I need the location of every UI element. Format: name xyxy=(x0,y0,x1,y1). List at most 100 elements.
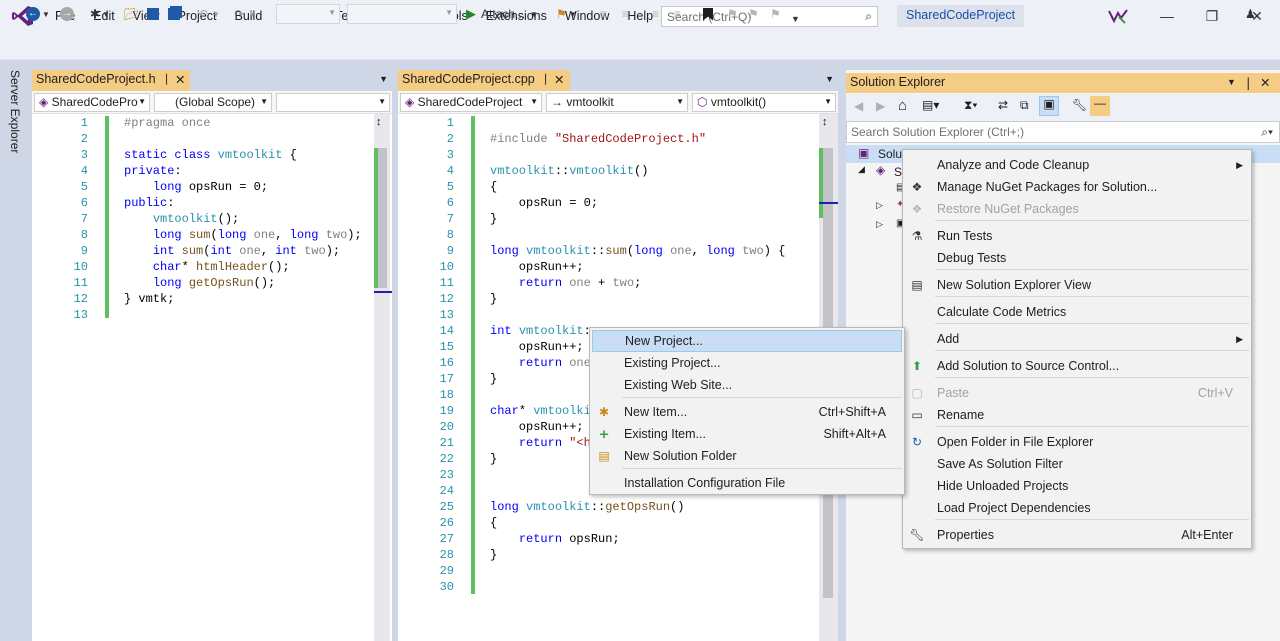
change-indicator xyxy=(105,116,109,318)
vertical-scrollbar[interactable]: ↕ xyxy=(374,114,390,641)
member-dropdown[interactable]: ⬡ vmtoolkit() ▼ xyxy=(692,93,836,112)
open-folder-icon: 📂︎ xyxy=(124,7,140,21)
menu-item-open-folder-in-file-explorer[interactable]: ↻ Open Folder in File Explorer xyxy=(903,431,1251,453)
solution-search-input[interactable]: Search Solution Explorer (Ctrl+;) ⌕▾ xyxy=(846,121,1280,143)
increase-indent-button[interactable]: ≡ xyxy=(674,5,681,23)
attach-debugger-button[interactable]: ▶ Attach... ▼ xyxy=(466,5,538,23)
server-explorer-tab[interactable]: Server Explorer xyxy=(8,70,22,153)
restore-button[interactable]: ❐ xyxy=(1192,0,1232,32)
scroll-thumb[interactable] xyxy=(377,148,387,288)
source-control-icon: ⬆ xyxy=(911,359,923,373)
back-icon[interactable]: ◀ xyxy=(854,99,863,113)
tab-shared-code-project-h[interactable]: SharedCodeProject.h ❘ ✕ xyxy=(32,70,190,91)
outdent-icon: ≡ xyxy=(652,7,660,21)
menu-item-new-solution-explorer-view[interactable]: ▤ New Solution Explorer View xyxy=(903,274,1251,296)
home-icon[interactable]: ⌂ xyxy=(898,97,907,114)
minimize-button[interactable]: — xyxy=(1147,0,1187,32)
project-dropdown[interactable]: ◈ SharedCodePro ▼ xyxy=(34,93,150,112)
open-file-button[interactable]: 📂︎ xyxy=(124,5,139,23)
menu-item-existing-item[interactable]: ➕︎ Existing Item... Shift+Alt+A xyxy=(590,423,904,445)
close-icon[interactable]: ✕ xyxy=(175,72,185,87)
menu-item-existing-web-site[interactable]: Existing Web Site... xyxy=(590,374,904,396)
menu-item-add[interactable]: Add ▶ xyxy=(903,328,1251,350)
paste-icon: ▢ xyxy=(911,386,923,400)
menu-item-debug-tests[interactable]: Debug Tests xyxy=(903,247,1251,269)
solution-configuration-dropdown[interactable]: ▼ xyxy=(276,4,340,24)
collapse-all-icon[interactable]: ⧉ xyxy=(1020,98,1029,113)
switch-views-icon[interactable]: ▤▾ xyxy=(922,98,939,112)
line-number: 1 xyxy=(80,116,88,130)
clear-bookmarks-button[interactable]: ⚑ xyxy=(770,5,781,23)
tab-list-dropdown-icon[interactable]: ▼ xyxy=(825,74,834,84)
menu-item-new-project[interactable]: New Project... xyxy=(592,330,902,352)
project-dropdown[interactable]: ◈ SharedCodeProject ▼ xyxy=(400,93,542,112)
solution-platform-dropdown[interactable]: ▼ xyxy=(347,4,457,24)
scope-dropdown[interactable]: → vmtoolkit ▼ xyxy=(546,93,688,112)
code-line: vmtoolkit::vmtoolkit() xyxy=(490,164,649,178)
menu-item-load-project-dependencies[interactable]: Load Project Dependencies xyxy=(903,497,1251,519)
menu-item-calculate-code-metrics[interactable]: Calculate Code Metrics xyxy=(903,301,1251,323)
scope-dropdown[interactable]: (Global Scope) ▼ xyxy=(154,93,272,112)
comment-out-button[interactable]: ≡ xyxy=(600,5,607,23)
next-bookmark-button[interactable]: ⚑ xyxy=(748,5,759,23)
tab-shared-code-project-cpp[interactable]: SharedCodeProject.cpp ❘ ✕ xyxy=(398,70,570,91)
feedback-button[interactable]: ♟ xyxy=(1245,5,1256,23)
menu-item-analyze-and-code-cleanup[interactable]: Analyze and Code Cleanup ▶ xyxy=(903,154,1251,176)
menu-item-new-solution-folder[interactable]: ▤ New Solution Folder xyxy=(590,445,904,467)
menu-item-run-tests[interactable]: ⚗ Run Tests xyxy=(903,225,1251,247)
split-icon[interactable]: ↕ xyxy=(822,116,828,128)
pin-icon[interactable]: ❘ xyxy=(541,72,550,85)
menu-item-restore-nuget-packages[interactable]: ❖ Restore NuGet Packages xyxy=(903,198,1251,220)
window-position-dropdown-icon[interactable]: ▼ xyxy=(1227,77,1236,87)
expand-arrow-icon[interactable]: ▷ xyxy=(876,219,883,230)
sync-icon[interactable]: ⇄ xyxy=(998,98,1008,112)
show-all-files-icon[interactable]: ▣ xyxy=(1039,96,1059,116)
menu-item-add-solution-to-source-control[interactable]: ⬆ Add Solution to Source Control... xyxy=(903,355,1251,377)
tree-item-project[interactable]: ◢ ◈ S xyxy=(846,163,906,181)
tab-list-dropdown-icon[interactable]: ▼ xyxy=(379,74,388,84)
back-navigation-button[interactable]: ← ▼ xyxy=(26,5,50,23)
forward-icon[interactable]: ▶ xyxy=(876,99,885,113)
redo-button[interactable]: ↷ ▼ xyxy=(234,5,256,23)
save-all-button[interactable] xyxy=(168,5,180,23)
project-icon: ◈ xyxy=(405,95,415,109)
code-editor[interactable]: 1 #pragma once 2 3 static class vmtoolkit {4… xyxy=(32,114,392,641)
forward-arrow-icon: → xyxy=(60,7,74,21)
uncomment-button[interactable]: ≡ xyxy=(622,5,629,23)
line-number: 11 xyxy=(439,276,454,290)
line-number: 21 xyxy=(439,436,454,450)
toggle-bookmark-button[interactable] xyxy=(703,5,713,23)
change-indicator xyxy=(471,116,475,594)
toolbar-overflow-button[interactable]: ▼ xyxy=(791,10,800,28)
previous-bookmark-button[interactable]: ⚑ xyxy=(727,5,738,23)
expand-arrow-icon[interactable]: ◢ xyxy=(858,164,865,175)
new-project-button[interactable]: ✱ ▼ xyxy=(90,5,110,23)
expand-arrow-icon[interactable]: ▷ xyxy=(876,200,883,211)
menu-item-paste[interactable]: ▢ Paste Ctrl+V xyxy=(903,382,1251,404)
back-arrow-icon: ← xyxy=(26,7,40,21)
properties-wrench-icon[interactable]: 🔧︎ xyxy=(1072,98,1087,112)
menu-item-save-as-solution-filter[interactable]: Save As Solution Filter xyxy=(903,453,1251,475)
menu-item-hide-unloaded-projects[interactable]: Hide Unloaded Projects xyxy=(903,475,1251,497)
menu-item-manage-nuget-packages-for-solution[interactable]: ❖ Manage NuGet Packages for Solution... xyxy=(903,176,1251,198)
save-button[interactable] xyxy=(147,5,159,23)
split-icon[interactable]: ↕ xyxy=(376,116,382,128)
close-icon[interactable]: ✕ xyxy=(1260,75,1270,90)
menu-item-new-item[interactable]: ✱ New Item... Ctrl+Shift+A xyxy=(590,401,904,423)
pin-icon[interactable]: ❘ xyxy=(1243,75,1253,90)
pin-icon[interactable]: ❘ xyxy=(162,72,171,85)
member-dropdown[interactable]: ▼ xyxy=(276,93,390,112)
pending-changes-icon[interactable]: ⧗▾ xyxy=(964,98,977,113)
menu-item-rename[interactable]: ▭ Rename xyxy=(903,404,1251,426)
undo-button[interactable]: ↶ ▼ xyxy=(198,5,220,23)
find-in-files-button[interactable]: ⚑ ▼ xyxy=(556,5,577,23)
menu-item-installation-configuration-file[interactable]: Installation Configuration File xyxy=(590,472,904,494)
live-share-icon[interactable] xyxy=(1098,0,1138,32)
close-window-button[interactable]: ✕ xyxy=(1237,0,1277,32)
preview-selected-icon[interactable]: — xyxy=(1090,96,1110,116)
menu-item-properties[interactable]: 🔧︎ Properties Alt+Enter xyxy=(903,524,1251,546)
menu-item-existing-project[interactable]: Existing Project... xyxy=(590,352,904,374)
forward-navigation-button[interactable]: → xyxy=(60,5,74,23)
close-icon[interactable]: ✕ xyxy=(554,72,564,87)
decrease-indent-button[interactable]: ≡ xyxy=(652,5,659,23)
